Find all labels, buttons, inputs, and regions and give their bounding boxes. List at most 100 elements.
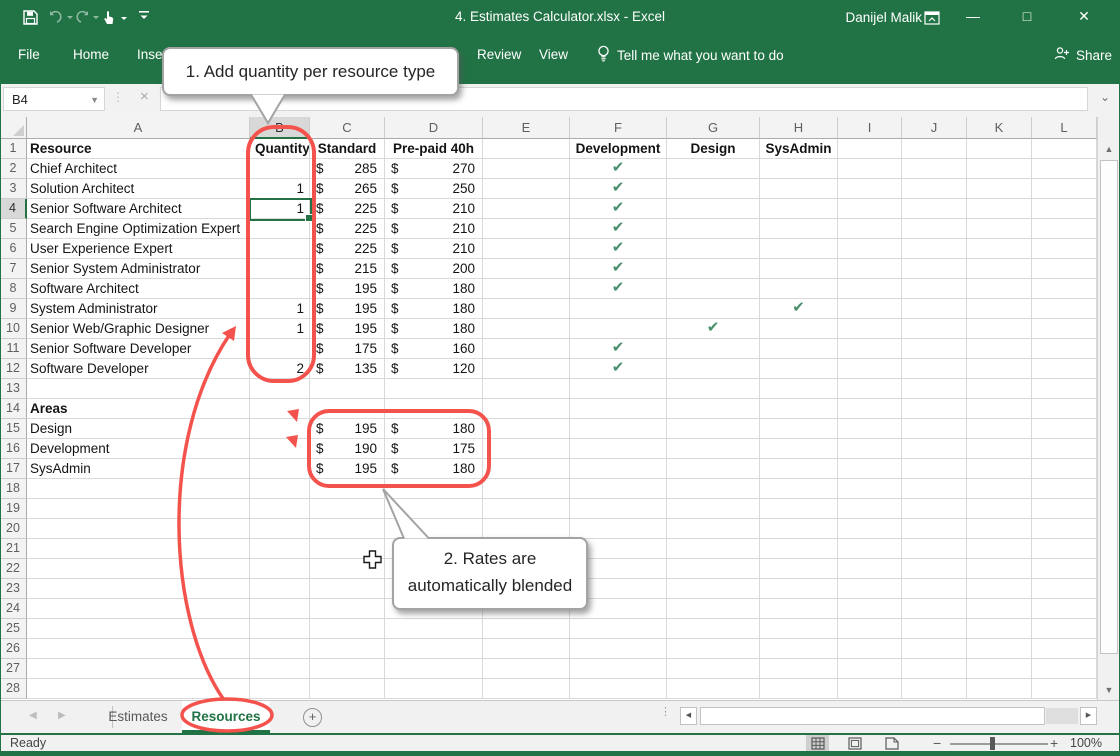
checkmark-H9[interactable]: ✔ bbox=[760, 299, 838, 319]
cell-L27[interactable] bbox=[1032, 659, 1097, 679]
cell-H14[interactable] bbox=[760, 399, 838, 419]
cell-C23[interactable] bbox=[310, 579, 385, 599]
cell-G27[interactable] bbox=[667, 659, 760, 679]
zoom-in-button[interactable]: + bbox=[1050, 735, 1058, 751]
cell-A28[interactable] bbox=[27, 679, 250, 699]
row-header-15[interactable]: 15 bbox=[0, 419, 27, 439]
cell-I4[interactable] bbox=[838, 199, 902, 219]
cell-B12[interactable]: 2 bbox=[250, 359, 310, 379]
cell-L6[interactable] bbox=[1032, 239, 1097, 259]
page-layout-view-icon[interactable] bbox=[843, 735, 866, 751]
cell-C15[interactable]: $195 bbox=[310, 419, 385, 439]
cell-E7[interactable] bbox=[483, 259, 570, 279]
row-header-26[interactable]: 26 bbox=[0, 639, 27, 659]
cell-E20[interactable] bbox=[483, 519, 570, 539]
cell-E12[interactable] bbox=[483, 359, 570, 379]
row-header-16[interactable]: 16 bbox=[0, 439, 27, 459]
cell-J13[interactable] bbox=[902, 379, 967, 399]
cell-D1[interactable]: Pre-paid 40h bbox=[385, 139, 483, 159]
cell-C27[interactable] bbox=[310, 659, 385, 679]
col-header-C[interactable]: C bbox=[310, 117, 385, 139]
col-header-L[interactable]: L bbox=[1032, 117, 1097, 139]
cell-D2[interactable]: $270 bbox=[385, 159, 483, 179]
cell-K7[interactable] bbox=[967, 259, 1032, 279]
vertical-scroll-thumb[interactable] bbox=[1100, 160, 1118, 654]
cell-I28[interactable] bbox=[838, 679, 902, 699]
cell-L18[interactable] bbox=[1032, 479, 1097, 499]
cell-K3[interactable] bbox=[967, 179, 1032, 199]
cell-H21[interactable] bbox=[760, 539, 838, 559]
cell-J20[interactable] bbox=[902, 519, 967, 539]
cell-F28[interactable] bbox=[570, 679, 667, 699]
cell-H27[interactable] bbox=[760, 659, 838, 679]
row-header-28[interactable]: 28 bbox=[0, 679, 27, 699]
customize-qat-icon[interactable] bbox=[138, 9, 150, 21]
cell-J7[interactable] bbox=[902, 259, 967, 279]
minimize-button[interactable]: — bbox=[950, 0, 996, 32]
cell-J23[interactable] bbox=[902, 579, 967, 599]
checkmark-F5[interactable]: ✔ bbox=[570, 219, 667, 239]
cell-L28[interactable] bbox=[1032, 679, 1097, 699]
cell-I13[interactable] bbox=[838, 379, 902, 399]
cell-C18[interactable] bbox=[310, 479, 385, 499]
cell-B3[interactable]: 1 bbox=[250, 179, 310, 199]
row-header-14[interactable]: 14 bbox=[0, 399, 27, 419]
cell-B9[interactable]: 1 bbox=[250, 299, 310, 319]
row-header-12[interactable]: 12 bbox=[0, 359, 27, 379]
cell-A27[interactable] bbox=[27, 659, 250, 679]
ribbon-display-options-icon[interactable] bbox=[924, 11, 940, 25]
cell-C17[interactable]: $195 bbox=[310, 459, 385, 479]
cell-H19[interactable] bbox=[760, 499, 838, 519]
row-header-6[interactable]: 6 bbox=[0, 239, 27, 259]
cell-J27[interactable] bbox=[902, 659, 967, 679]
cell-B25[interactable] bbox=[250, 619, 310, 639]
cell-K4[interactable] bbox=[967, 199, 1032, 219]
cell-F14[interactable] bbox=[570, 399, 667, 419]
close-button[interactable]: ✕ bbox=[1058, 0, 1110, 32]
cell-E13[interactable] bbox=[483, 379, 570, 399]
cell-A21[interactable] bbox=[27, 539, 250, 559]
normal-view-icon[interactable] bbox=[806, 735, 829, 751]
cell-K27[interactable] bbox=[967, 659, 1032, 679]
cell-J9[interactable] bbox=[902, 299, 967, 319]
cell-A17[interactable]: SysAdmin bbox=[27, 459, 250, 479]
row-header-13[interactable]: 13 bbox=[0, 379, 27, 399]
cell-K12[interactable] bbox=[967, 359, 1032, 379]
row-header-19[interactable]: 19 bbox=[0, 499, 27, 519]
expand-formula-bar-icon[interactable]: ⌄ bbox=[1100, 90, 1110, 104]
user-name[interactable]: Danijel Malik bbox=[845, 10, 922, 25]
cell-C24[interactable] bbox=[310, 599, 385, 619]
row-header-23[interactable]: 23 bbox=[0, 579, 27, 599]
cell-B5[interactable] bbox=[250, 219, 310, 239]
cell-H2[interactable] bbox=[760, 159, 838, 179]
cell-C3[interactable]: $265 bbox=[310, 179, 385, 199]
cell-I3[interactable] bbox=[838, 179, 902, 199]
cell-L4[interactable] bbox=[1032, 199, 1097, 219]
cell-A20[interactable] bbox=[27, 519, 250, 539]
cell-B18[interactable] bbox=[250, 479, 310, 499]
row-header-25[interactable]: 25 bbox=[0, 619, 27, 639]
cell-E25[interactable] bbox=[483, 619, 570, 639]
cell-A18[interactable] bbox=[27, 479, 250, 499]
cell-A12[interactable]: Software Developer bbox=[27, 359, 250, 379]
cell-A15[interactable]: Design bbox=[27, 419, 250, 439]
cell-B16[interactable] bbox=[250, 439, 310, 459]
col-header-B[interactable]: B bbox=[250, 117, 310, 139]
tab-review[interactable]: Review bbox=[477, 42, 521, 68]
row-header-11[interactable]: 11 bbox=[0, 339, 27, 359]
cell-B27[interactable] bbox=[250, 659, 310, 679]
cell-J21[interactable] bbox=[902, 539, 967, 559]
cell-A3[interactable]: Solution Architect bbox=[27, 179, 250, 199]
save-icon[interactable] bbox=[22, 9, 39, 26]
cell-G17[interactable] bbox=[667, 459, 760, 479]
cell-D10[interactable]: $180 bbox=[385, 319, 483, 339]
cell-I15[interactable] bbox=[838, 419, 902, 439]
cell-K18[interactable] bbox=[967, 479, 1032, 499]
tab-file[interactable]: File bbox=[18, 42, 40, 68]
cell-K2[interactable] bbox=[967, 159, 1032, 179]
row-header-21[interactable]: 21 bbox=[0, 539, 27, 559]
cell-B24[interactable] bbox=[250, 599, 310, 619]
cell-K6[interactable] bbox=[967, 239, 1032, 259]
cell-I10[interactable] bbox=[838, 319, 902, 339]
cell-H13[interactable] bbox=[760, 379, 838, 399]
